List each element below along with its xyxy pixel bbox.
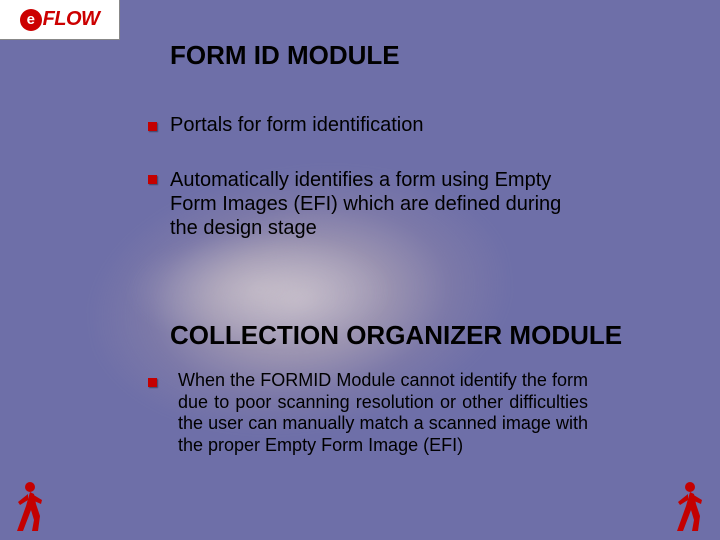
walker-icon (672, 480, 708, 532)
bullet-text-1: Portals for form identification (170, 114, 423, 137)
heading-form-id-module: FORM ID MODULE (170, 40, 400, 71)
logo-badge: e (20, 9, 42, 31)
bullet-text-2: Automatically identifies a form using Em… (170, 168, 580, 240)
logo-text: eFLOW (20, 8, 100, 31)
bullet-icon (148, 122, 157, 131)
bullet-text-3: When the FORMID Module cannot identify t… (178, 370, 588, 456)
logo-word: FLOW (43, 8, 100, 30)
bullet-icon (148, 378, 157, 387)
bullet-icon (148, 175, 157, 184)
logo: eFLOW (0, 0, 120, 40)
heading-collection-organizer-module: COLLECTION ORGANIZER MODULE (170, 320, 622, 351)
walker-icon (12, 480, 48, 532)
